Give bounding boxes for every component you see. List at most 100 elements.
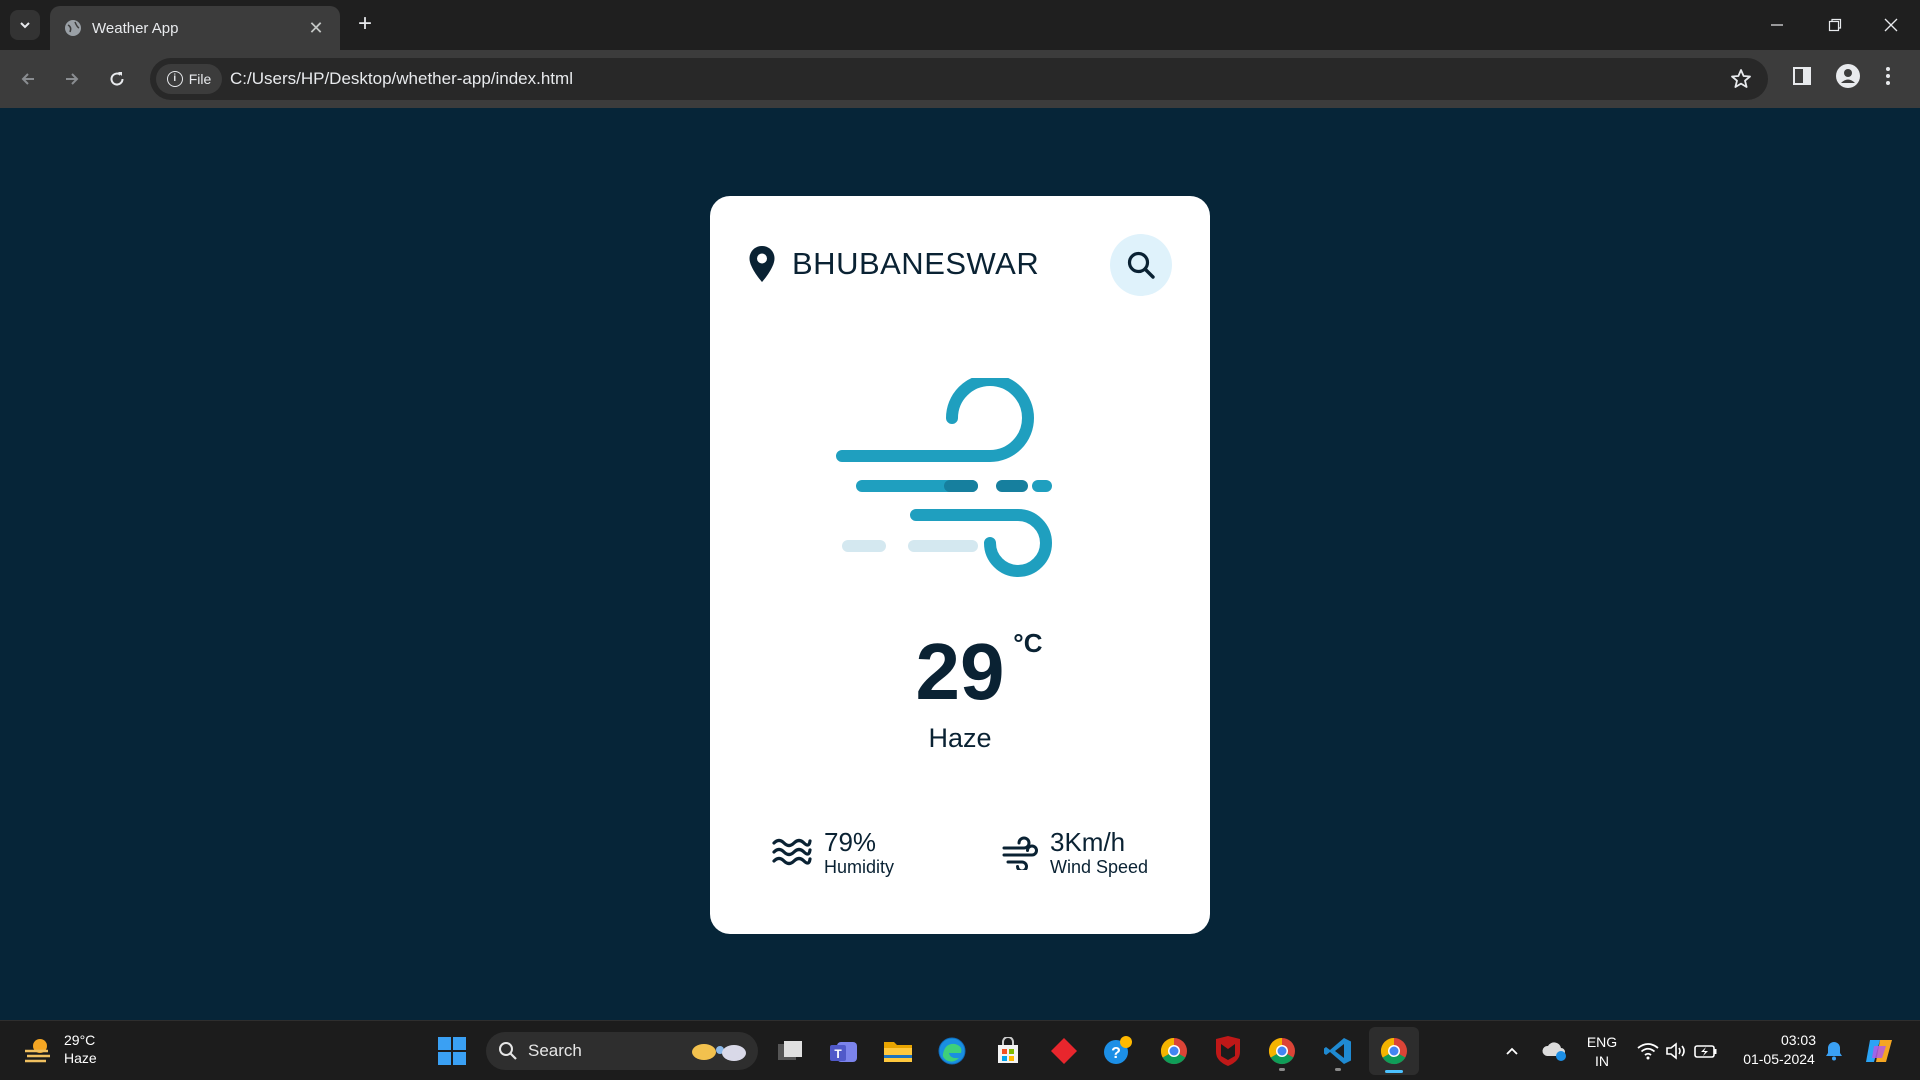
taskbar-search-label: Search bbox=[528, 1041, 582, 1060]
diamond-app[interactable] bbox=[1046, 1033, 1082, 1069]
bell-icon bbox=[1826, 1042, 1842, 1061]
chrome-icon bbox=[1160, 1037, 1187, 1065]
clock[interactable]: 03:03 01-05-2024 bbox=[1728, 1031, 1830, 1069]
humidity-text: 79% Humidity bbox=[824, 828, 894, 878]
reload-button[interactable] bbox=[101, 63, 133, 95]
svg-text:T: T bbox=[834, 1047, 842, 1061]
wifi-icon bbox=[1637, 1043, 1659, 1060]
taskbar-weather-text: 29°C Haze bbox=[64, 1031, 97, 1067]
back-button[interactable] bbox=[12, 63, 44, 95]
humidity-waves-icon bbox=[772, 838, 812, 866]
svg-text:?: ? bbox=[1111, 1045, 1121, 1062]
folder-icon bbox=[884, 1042, 912, 1062]
restore-icon bbox=[1828, 18, 1842, 32]
wind-weather-icon bbox=[836, 378, 1052, 577]
arrow-right-icon bbox=[66, 73, 79, 85]
wind-icon bbox=[1002, 836, 1038, 870]
get-help-app[interactable]: ? bbox=[1100, 1033, 1136, 1069]
chrome-profile-app[interactable] bbox=[1264, 1033, 1300, 1071]
mcafee-shield-icon bbox=[1216, 1036, 1240, 1066]
clock-date: 01-05-2024 bbox=[1743, 1051, 1815, 1067]
taskbar-weather-desc: Haze bbox=[64, 1050, 97, 1066]
browser-tab[interactable]: Weather App ✕ bbox=[50, 6, 340, 50]
red-diamond-icon bbox=[1051, 1038, 1077, 1064]
chevron-up-icon bbox=[1506, 1047, 1518, 1055]
chevron-down-icon bbox=[20, 22, 30, 29]
weather-card: BHUBANESWAR 29 °C Haze 79% Humidity 3Km/… bbox=[710, 196, 1210, 934]
site-info-label: File bbox=[188, 71, 212, 87]
chrome-app[interactable] bbox=[1156, 1033, 1192, 1069]
speaker-icon bbox=[1666, 1042, 1685, 1060]
kebab-menu-icon[interactable] bbox=[1884, 66, 1892, 86]
search-highlight-icon bbox=[692, 1044, 746, 1061]
taskbar-weather-temp: 29°C bbox=[64, 1032, 96, 1048]
vscode-app[interactable] bbox=[1320, 1033, 1356, 1071]
forward-button[interactable] bbox=[56, 63, 88, 95]
teams-app[interactable]: T bbox=[826, 1033, 862, 1069]
battery-tray[interactable] bbox=[1688, 1033, 1724, 1069]
restore-button[interactable] bbox=[1806, 0, 1864, 50]
copilot-button[interactable] bbox=[1862, 1033, 1898, 1069]
clock-time: 03:03 bbox=[1780, 1032, 1816, 1048]
copilot-icon bbox=[1866, 1040, 1892, 1062]
close-icon bbox=[1884, 18, 1898, 32]
tab-title: Weather App bbox=[92, 19, 179, 37]
info-icon: i bbox=[166, 71, 183, 87]
chrome-active-app[interactable] bbox=[1369, 1027, 1419, 1075]
file-explorer-app[interactable] bbox=[880, 1033, 916, 1069]
edge-icon bbox=[938, 1037, 966, 1065]
battery-charging-icon bbox=[1694, 1045, 1717, 1058]
vscode-icon bbox=[1324, 1038, 1351, 1064]
site-info-chip[interactable]: i File bbox=[156, 64, 222, 94]
language-indicator[interactable]: ENG IN bbox=[1580, 1033, 1624, 1071]
search-button[interactable] bbox=[1110, 234, 1172, 296]
humidity-value: 79% bbox=[824, 827, 877, 857]
microsoft-store-app[interactable] bbox=[990, 1033, 1026, 1069]
cloud-icon bbox=[1542, 1042, 1566, 1061]
teams-icon: T bbox=[830, 1042, 857, 1062]
side-panel-icon[interactable] bbox=[1792, 66, 1812, 86]
address-bar[interactable]: i File C:/Users/HP/Desktop/whether-app/i… bbox=[150, 58, 1768, 100]
task-view-icon bbox=[778, 1041, 802, 1060]
location-pin-icon bbox=[749, 246, 775, 282]
tab-search-button[interactable] bbox=[10, 10, 40, 40]
tab-strip: Weather App ✕ + bbox=[0, 0, 1920, 50]
new-tab-button[interactable]: + bbox=[352, 12, 378, 38]
show-hidden-icons-button[interactable] bbox=[1494, 1033, 1530, 1069]
taskbar: 29°C Haze Search T ? ENG IN 03:03 01-05-… bbox=[0, 1020, 1920, 1080]
humidity-stat: 79% Humidity bbox=[772, 828, 894, 878]
onedrive-tray[interactable] bbox=[1536, 1033, 1572, 1069]
close-tab-icon[interactable]: ✕ bbox=[306, 18, 326, 39]
task-view-button[interactable] bbox=[772, 1033, 808, 1069]
humidity-label: Humidity bbox=[824, 857, 895, 877]
start-button[interactable] bbox=[434, 1033, 470, 1069]
reload-icon bbox=[110, 72, 124, 86]
store-icon bbox=[998, 1037, 1018, 1063]
region-code: IN bbox=[1595, 1053, 1609, 1069]
taskbar-search-box[interactable]: Search bbox=[486, 1032, 758, 1070]
chrome-icon bbox=[1268, 1037, 1295, 1065]
wind-speed-value: 3Km/h bbox=[1050, 827, 1126, 857]
search-icon bbox=[499, 1042, 517, 1060]
edge-app[interactable] bbox=[934, 1033, 970, 1069]
url-text[interactable]: C:/Users/HP/Desktop/whether-app/index.ht… bbox=[230, 58, 573, 100]
minimize-button[interactable] bbox=[1748, 0, 1806, 50]
running-indicator bbox=[1335, 1068, 1341, 1071]
profile-avatar-icon[interactable] bbox=[1836, 64, 1860, 88]
active-indicator bbox=[1385, 1070, 1403, 1073]
browser-toolbar: i File C:/Users/HP/Desktop/whether-app/i… bbox=[0, 50, 1920, 108]
notifications-button[interactable] bbox=[1816, 1033, 1852, 1069]
temperature-unit: °C bbox=[1013, 628, 1043, 658]
mcafee-app[interactable] bbox=[1210, 1033, 1246, 1069]
bookmark-star-icon[interactable] bbox=[1730, 68, 1752, 90]
minimize-icon bbox=[1771, 24, 1783, 26]
city-name: BHUBANESWAR bbox=[792, 246, 1040, 281]
chrome-icon bbox=[1380, 1037, 1407, 1065]
taskbar-weather-widget[interactable]: 29°C Haze bbox=[22, 1031, 97, 1067]
close-window-button[interactable] bbox=[1862, 0, 1920, 50]
search-icon bbox=[1127, 251, 1155, 279]
windows-logo-icon bbox=[438, 1037, 466, 1065]
globe-icon bbox=[65, 20, 81, 36]
card-header: BHUBANESWAR bbox=[748, 234, 1172, 296]
sun-haze-icon bbox=[25, 1039, 50, 1063]
